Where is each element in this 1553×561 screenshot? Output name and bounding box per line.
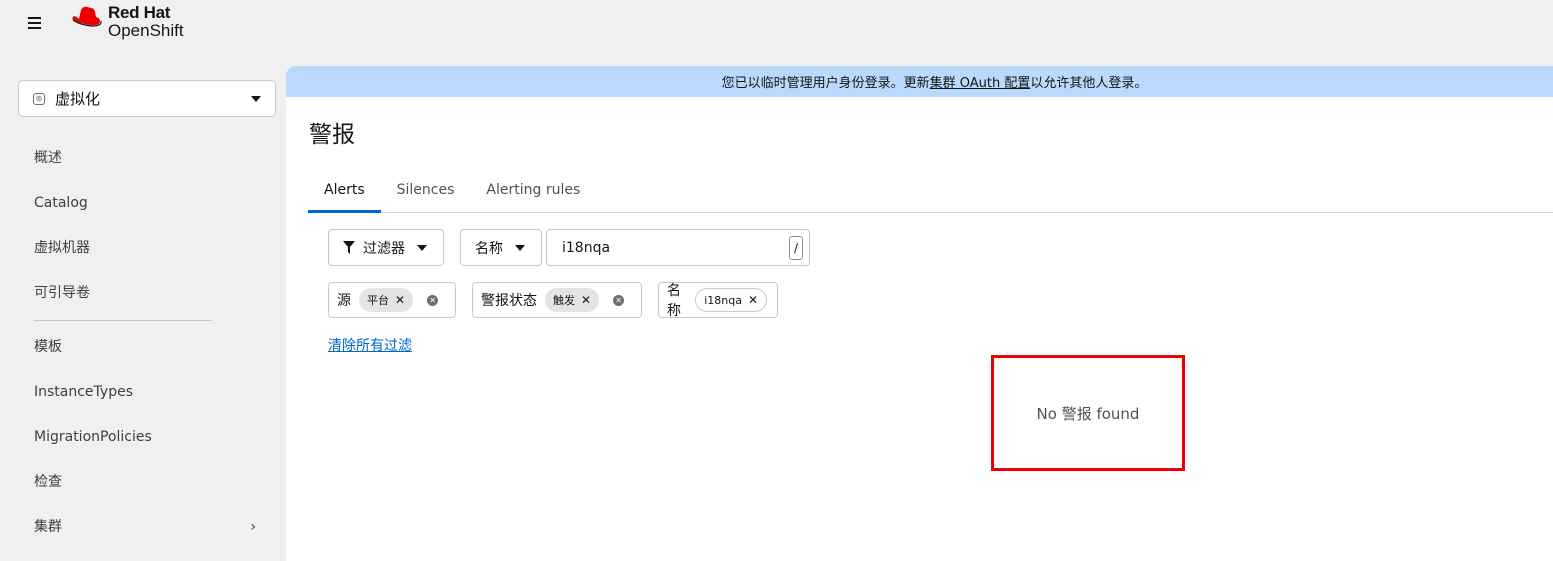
chip-group-name: 名称 i18nqa ✕ — [658, 282, 778, 319]
cluster-banner: 您已以临时管理用户身份登录。更新 集群 OAuth 配置 以允许其他人登录。 — [286, 66, 1553, 97]
sidebar-item-migrationpolicies[interactable]: MigrationPolicies — [0, 415, 284, 460]
sidebar-item-bootable-volumes[interactable]: 可引导卷 — [0, 271, 284, 316]
main-content: 您已以临时管理用户身份登录。更新 集群 OAuth 配置 以允许其他人登录。 警… — [286, 66, 1553, 561]
sidebar-item-checkups[interactable]: 检查 — [0, 460, 284, 505]
sidebar-item-catalog[interactable]: Catalog — [0, 181, 284, 226]
close-circle-icon[interactable]: ✕ — [613, 294, 625, 306]
chip-label: 平台 — [367, 294, 389, 307]
chip-label: i18nqa — [704, 293, 742, 307]
search-input[interactable] — [562, 239, 762, 256]
chip-group-alert-state: 警报状态 触发 ✕ ✕ — [472, 282, 642, 318]
filter-chip: i18nqa ✕ — [695, 288, 767, 312]
filter-dropdown[interactable]: 过滤器 — [328, 229, 444, 266]
perspective-switcher[interactable]: ⊚ 虚拟化 — [18, 80, 276, 117]
chip-group-label: 名称 — [667, 283, 681, 319]
filter-chip: 平台 ✕ — [359, 288, 414, 312]
close-circle-icon[interactable]: ✕ — [427, 294, 439, 306]
redhat-openshift-logo[interactable]: Red Hat OpenShift — [70, 4, 184, 40]
chip-group-label: 源 — [337, 293, 351, 309]
tab-silences[interactable]: Silences — [381, 174, 471, 212]
tab-bar: Alerts Silences Alerting rules — [308, 174, 1553, 213]
tab-alerts[interactable]: Alerts — [308, 174, 381, 213]
attribute-dropdown-label: 名称 — [475, 240, 503, 257]
filter-dropdown-label: 过滤器 — [363, 240, 405, 257]
sidebar-item-instancetypes[interactable]: InstanceTypes — [0, 370, 284, 415]
sidebar-divider — [34, 320, 212, 321]
oauth-config-link[interactable]: 集群 OAuth 配置 — [930, 72, 1031, 91]
filter-icon — [343, 241, 355, 254]
sidebar-item-templates[interactable]: 模板 — [0, 325, 284, 370]
hamburger-menu-button[interactable] — [28, 17, 46, 31]
close-icon[interactable]: ✕ — [581, 293, 591, 307]
caret-down-icon — [417, 244, 427, 251]
chip-group-label: 警报状态 — [481, 293, 537, 309]
caret-down-icon — [515, 244, 525, 251]
close-icon[interactable]: ✕ — [748, 293, 758, 307]
caret-down-icon — [251, 95, 261, 102]
keyboard-shortcut-hint: / — [789, 236, 803, 260]
perspective-label: 虚拟化 — [55, 90, 101, 108]
sidebar-item-cluster[interactable]: 集群 › — [0, 505, 284, 550]
banner-suffix: 以允许其他人登录。 — [1030, 76, 1148, 91]
close-icon[interactable]: ✕ — [395, 293, 405, 307]
product-name: OpenShift — [108, 21, 184, 40]
tab-alerting-rules[interactable]: Alerting rules — [470, 174, 596, 212]
attribute-dropdown[interactable]: 名称 — [460, 229, 542, 266]
filter-toolbar: 过滤器 名称 / — [328, 229, 810, 266]
chip-group-source: 源 平台 ✕ ✕ — [328, 282, 456, 318]
redhat-fedora-icon — [72, 6, 102, 27]
active-filters: 源 平台 ✕ ✕ 警报状态 触发 ✕ ✕ 名称 i18nqa ✕ — [328, 282, 794, 319]
chip-label: 触发 — [553, 294, 575, 307]
search-field[interactable]: / — [546, 229, 810, 266]
filter-chip: 触发 ✕ — [545, 288, 600, 312]
sidebar-item-virtual-machines[interactable]: 虚拟机器 — [0, 226, 284, 271]
empty-state: No 警报 found — [991, 355, 1185, 471]
chevron-right-icon: › — [250, 519, 256, 535]
sidebar-item-label: 集群 — [34, 519, 62, 535]
brand-name: Red Hat — [108, 3, 171, 22]
sidebar-nav: 概述 Catalog 虚拟机器 可引导卷 模板 InstanceTypes Mi… — [0, 136, 284, 550]
clear-all-filters-link[interactable]: 清除所有过滤 — [328, 335, 412, 355]
virtualization-icon: ⊚ — [33, 92, 45, 105]
banner-prefix: 您已以临时管理用户身份登录。更新 — [721, 76, 930, 91]
sidebar-item-overview[interactable]: 概述 — [0, 136, 284, 181]
page-title: 警报 — [309, 122, 355, 148]
